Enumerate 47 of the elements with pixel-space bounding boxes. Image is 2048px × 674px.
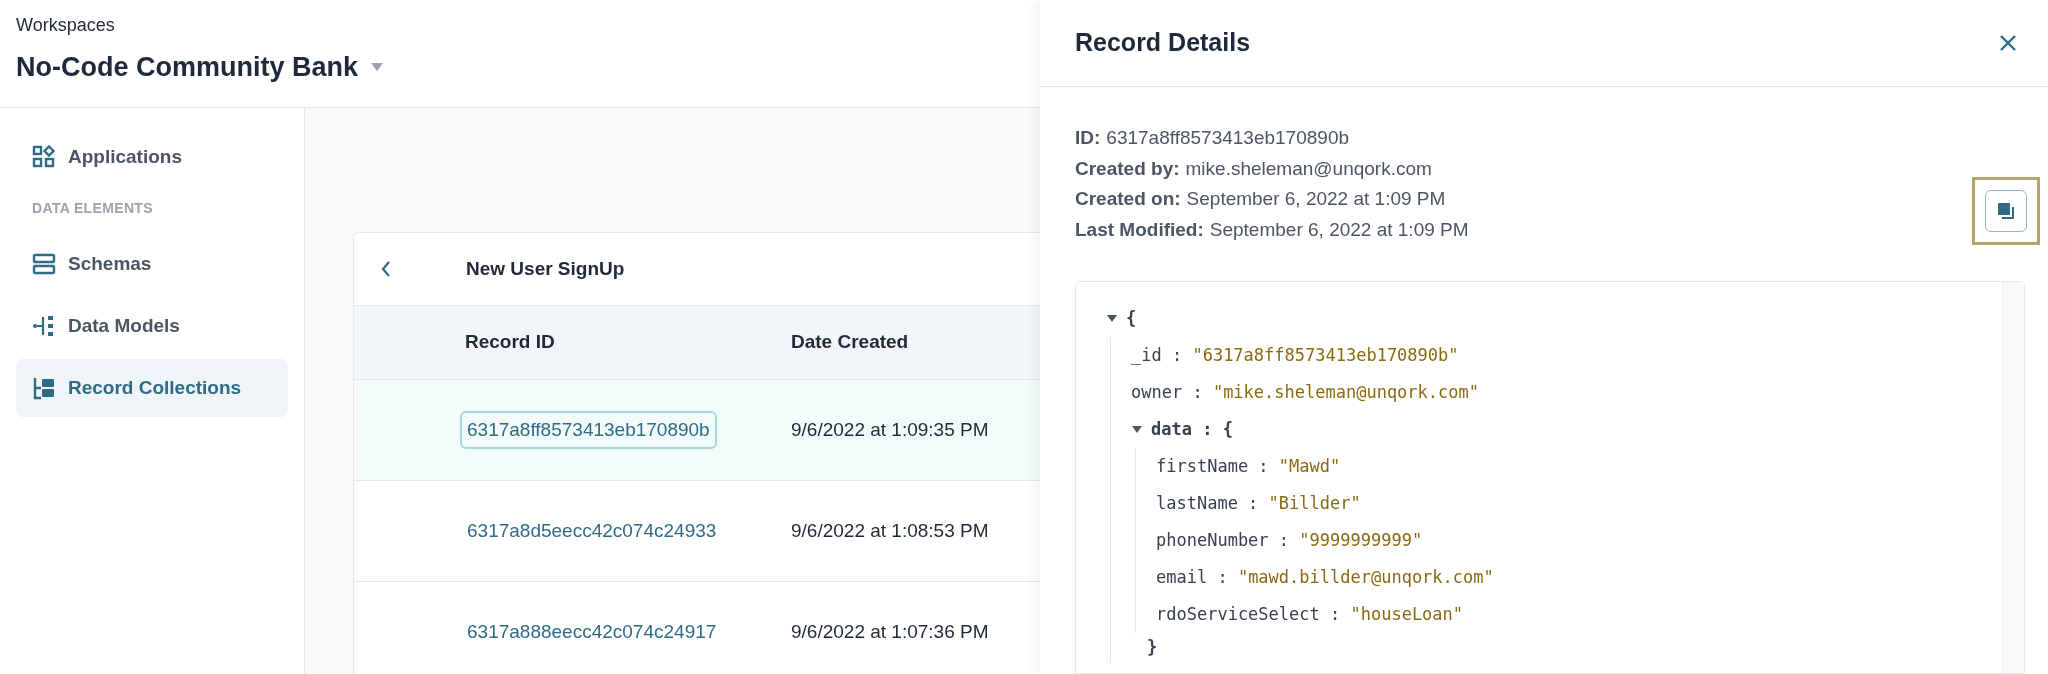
json-line: _id : "6317a8ff8573413eb170890b" xyxy=(1131,343,1460,367)
workspace-dropdown[interactable]: No-Code Community Bank xyxy=(16,47,384,88)
copy-button[interactable] xyxy=(1985,190,2027,232)
json-line: lastName : "Billder" xyxy=(1156,491,1362,515)
field-value: September 6, 2022 at 1:09 PM xyxy=(1186,187,1446,211)
sidebar-item[interactable]: Applications xyxy=(16,128,288,186)
copy-icon xyxy=(1996,201,2016,221)
table-cell-text: 9/6/2022 at 1:09:35 PM xyxy=(791,417,989,442)
json-line: firstName : "Mawd" xyxy=(1156,454,1342,478)
field-label: Created on: xyxy=(1075,187,1181,211)
json-line: data : { xyxy=(1151,417,1233,441)
grid-icon xyxy=(32,145,56,169)
branch-icon xyxy=(32,314,56,338)
workspaces-label: Workspaces xyxy=(16,14,116,37)
record-id-link[interactable]: 6317a888eecc42c074c24917 xyxy=(460,612,724,652)
field-label: Created by: xyxy=(1075,156,1180,181)
collection-icon xyxy=(32,376,56,400)
column-header: Date Created xyxy=(791,330,909,355)
stacked-rows-icon xyxy=(32,252,56,276)
panel-title: Record Details xyxy=(1075,27,1251,59)
chevron-left-icon xyxy=(380,260,392,278)
json-line: owner : "mike.sheleman@unqork.com" xyxy=(1131,380,1480,404)
field-label: ID: xyxy=(1075,126,1101,150)
caret-icon[interactable] xyxy=(1131,424,1143,435)
table-row[interactable]: 6317a8ff8573413eb170890b 9/6/2022 at 1:09:35 PM xyxy=(354,380,1040,481)
sidebar-item[interactable]: Schemas xyxy=(16,235,288,293)
field-label: Last Modified: xyxy=(1075,217,1204,242)
sidebar-item[interactable]: Data Models xyxy=(16,297,288,355)
table-cell-text: 9/6/2022 at 1:08:53 PM xyxy=(791,518,989,543)
field-value: 6317a8ff8573413eb170890b xyxy=(1106,126,1349,150)
json-line: { xyxy=(1126,306,1137,330)
json-line: rdoServiceSelect : "houseLoan" xyxy=(1156,602,1465,626)
field-value: September 6, 2022 at 1:09 PM xyxy=(1209,217,1469,242)
field-value: mike.sheleman@unqork.com xyxy=(1185,156,1432,181)
json-line: email : "mawd.billder@unqork.com" xyxy=(1156,565,1495,589)
column-header: Record ID xyxy=(465,330,556,355)
record-id-link[interactable]: 6317a8ff8573413eb170890b xyxy=(460,410,717,450)
caret-icon[interactable] xyxy=(1106,313,1118,324)
record-id-link[interactable]: 6317a8d5eecc42c074c24933 xyxy=(460,511,724,551)
table-cell-text: 9/6/2022 at 1:07:36 PM xyxy=(791,619,989,644)
json-line: } xyxy=(1147,636,1159,660)
dropdown-caret-icon xyxy=(370,62,384,73)
section-label: DATA ELEMENTS xyxy=(31,199,154,218)
table-title: New User SignUp xyxy=(466,256,625,281)
json-line: phoneNumber : "9999999999" xyxy=(1156,528,1424,552)
close-icon xyxy=(1998,33,2018,53)
sidebar-item[interactable]: Record Collections xyxy=(16,359,288,417)
